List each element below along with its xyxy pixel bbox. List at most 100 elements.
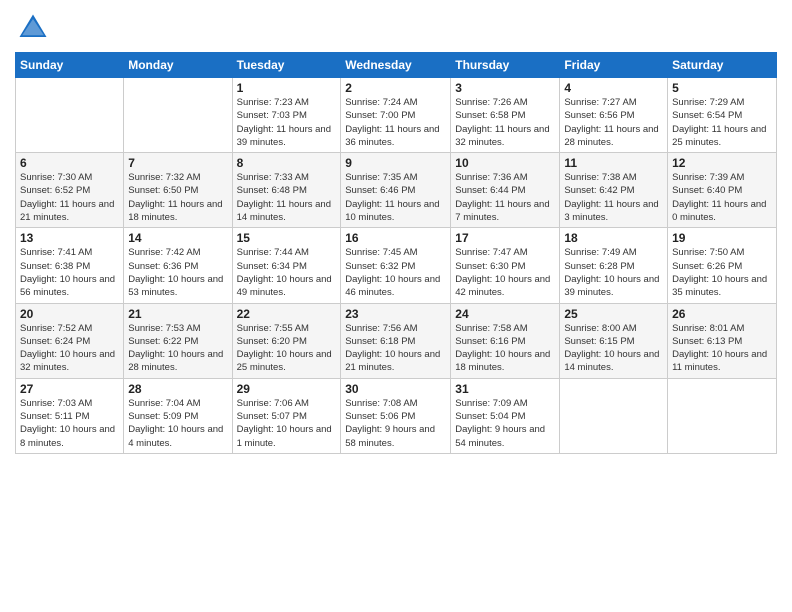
day-cell: 22Sunrise: 7:55 AMSunset: 6:20 PMDayligh… [232,303,341,378]
day-info: Sunrise: 7:39 AMSunset: 6:40 PMDaylight:… [672,171,772,224]
day-cell: 14Sunrise: 7:42 AMSunset: 6:36 PMDayligh… [124,228,232,303]
day-info: Sunrise: 7:49 AMSunset: 6:28 PMDaylight:… [564,246,663,299]
day-cell: 20Sunrise: 7:52 AMSunset: 6:24 PMDayligh… [16,303,124,378]
col-monday: Monday [124,53,232,78]
day-number: 18 [564,231,663,245]
day-cell: 27Sunrise: 7:03 AMSunset: 5:11 PMDayligh… [16,378,124,453]
day-info: Sunrise: 7:24 AMSunset: 7:00 PMDaylight:… [345,96,446,149]
day-number: 17 [455,231,555,245]
day-number: 8 [237,156,337,170]
day-cell: 25Sunrise: 8:00 AMSunset: 6:15 PMDayligh… [560,303,668,378]
header-row: Sunday Monday Tuesday Wednesday Thursday… [16,53,777,78]
day-number: 23 [345,307,446,321]
col-saturday: Saturday [668,53,777,78]
day-number: 3 [455,81,555,95]
day-cell: 2Sunrise: 7:24 AMSunset: 7:00 PMDaylight… [341,78,451,153]
day-cell: 8Sunrise: 7:33 AMSunset: 6:48 PMDaylight… [232,153,341,228]
day-cell: 15Sunrise: 7:44 AMSunset: 6:34 PMDayligh… [232,228,341,303]
week-row-4: 20Sunrise: 7:52 AMSunset: 6:24 PMDayligh… [16,303,777,378]
day-number: 26 [672,307,772,321]
day-info: Sunrise: 7:32 AMSunset: 6:50 PMDaylight:… [128,171,227,224]
day-cell: 23Sunrise: 7:56 AMSunset: 6:18 PMDayligh… [341,303,451,378]
week-row-3: 13Sunrise: 7:41 AMSunset: 6:38 PMDayligh… [16,228,777,303]
day-info: Sunrise: 7:41 AMSunset: 6:38 PMDaylight:… [20,246,119,299]
day-number: 24 [455,307,555,321]
day-number: 16 [345,231,446,245]
day-cell: 4Sunrise: 7:27 AMSunset: 6:56 PMDaylight… [560,78,668,153]
day-number: 14 [128,231,227,245]
day-info: Sunrise: 8:01 AMSunset: 6:13 PMDaylight:… [672,322,772,375]
day-number: 27 [20,382,119,396]
day-cell: 9Sunrise: 7:35 AMSunset: 6:46 PMDaylight… [341,153,451,228]
logo [15,10,55,46]
day-cell: 12Sunrise: 7:39 AMSunset: 6:40 PMDayligh… [668,153,777,228]
day-info: Sunrise: 7:36 AMSunset: 6:44 PMDaylight:… [455,171,555,224]
day-number: 12 [672,156,772,170]
day-number: 4 [564,81,663,95]
day-info: Sunrise: 7:50 AMSunset: 6:26 PMDaylight:… [672,246,772,299]
day-cell: 6Sunrise: 7:30 AMSunset: 6:52 PMDaylight… [16,153,124,228]
day-info: Sunrise: 7:27 AMSunset: 6:56 PMDaylight:… [564,96,663,149]
day-cell: 10Sunrise: 7:36 AMSunset: 6:44 PMDayligh… [451,153,560,228]
week-row-5: 27Sunrise: 7:03 AMSunset: 5:11 PMDayligh… [16,378,777,453]
col-wednesday: Wednesday [341,53,451,78]
calendar-body: 1Sunrise: 7:23 AMSunset: 7:03 PMDaylight… [16,78,777,454]
day-cell: 29Sunrise: 7:06 AMSunset: 5:07 PMDayligh… [232,378,341,453]
day-number: 19 [672,231,772,245]
header [15,10,777,46]
day-number: 29 [237,382,337,396]
day-cell: 5Sunrise: 7:29 AMSunset: 6:54 PMDaylight… [668,78,777,153]
day-info: Sunrise: 7:53 AMSunset: 6:22 PMDaylight:… [128,322,227,375]
day-number: 11 [564,156,663,170]
day-number: 28 [128,382,227,396]
day-cell: 11Sunrise: 7:38 AMSunset: 6:42 PMDayligh… [560,153,668,228]
day-cell: 30Sunrise: 7:08 AMSunset: 5:06 PMDayligh… [341,378,451,453]
col-sunday: Sunday [16,53,124,78]
day-info: Sunrise: 7:52 AMSunset: 6:24 PMDaylight:… [20,322,119,375]
day-cell: 21Sunrise: 7:53 AMSunset: 6:22 PMDayligh… [124,303,232,378]
day-cell: 19Sunrise: 7:50 AMSunset: 6:26 PMDayligh… [668,228,777,303]
day-number: 2 [345,81,446,95]
day-number: 22 [237,307,337,321]
day-number: 7 [128,156,227,170]
day-cell: 24Sunrise: 7:58 AMSunset: 6:16 PMDayligh… [451,303,560,378]
day-cell [668,378,777,453]
day-info: Sunrise: 7:26 AMSunset: 6:58 PMDaylight:… [455,96,555,149]
day-number: 15 [237,231,337,245]
day-info: Sunrise: 7:42 AMSunset: 6:36 PMDaylight:… [128,246,227,299]
day-number: 13 [20,231,119,245]
calendar-header: Sunday Monday Tuesday Wednesday Thursday… [16,53,777,78]
day-info: Sunrise: 7:44 AMSunset: 6:34 PMDaylight:… [237,246,337,299]
day-info: Sunrise: 7:29 AMSunset: 6:54 PMDaylight:… [672,96,772,149]
day-info: Sunrise: 7:33 AMSunset: 6:48 PMDaylight:… [237,171,337,224]
day-info: Sunrise: 7:23 AMSunset: 7:03 PMDaylight:… [237,96,337,149]
day-info: Sunrise: 7:06 AMSunset: 5:07 PMDaylight:… [237,397,337,450]
day-number: 20 [20,307,119,321]
day-cell: 28Sunrise: 7:04 AMSunset: 5:09 PMDayligh… [124,378,232,453]
day-info: Sunrise: 7:58 AMSunset: 6:16 PMDaylight:… [455,322,555,375]
day-cell: 26Sunrise: 8:01 AMSunset: 6:13 PMDayligh… [668,303,777,378]
day-number: 10 [455,156,555,170]
day-cell: 18Sunrise: 7:49 AMSunset: 6:28 PMDayligh… [560,228,668,303]
day-cell: 7Sunrise: 7:32 AMSunset: 6:50 PMDaylight… [124,153,232,228]
day-cell [124,78,232,153]
day-cell: 17Sunrise: 7:47 AMSunset: 6:30 PMDayligh… [451,228,560,303]
day-number: 31 [455,382,555,396]
day-number: 30 [345,382,446,396]
col-friday: Friday [560,53,668,78]
day-cell: 3Sunrise: 7:26 AMSunset: 6:58 PMDaylight… [451,78,560,153]
day-info: Sunrise: 7:38 AMSunset: 6:42 PMDaylight:… [564,171,663,224]
day-number: 9 [345,156,446,170]
day-number: 1 [237,81,337,95]
day-info: Sunrise: 7:08 AMSunset: 5:06 PMDaylight:… [345,397,446,450]
day-cell: 1Sunrise: 7:23 AMSunset: 7:03 PMDaylight… [232,78,341,153]
day-info: Sunrise: 7:47 AMSunset: 6:30 PMDaylight:… [455,246,555,299]
day-cell: 16Sunrise: 7:45 AMSunset: 6:32 PMDayligh… [341,228,451,303]
day-cell [560,378,668,453]
day-info: Sunrise: 7:09 AMSunset: 5:04 PMDaylight:… [455,397,555,450]
day-info: Sunrise: 7:04 AMSunset: 5:09 PMDaylight:… [128,397,227,450]
day-number: 6 [20,156,119,170]
day-info: Sunrise: 8:00 AMSunset: 6:15 PMDaylight:… [564,322,663,375]
day-cell: 13Sunrise: 7:41 AMSunset: 6:38 PMDayligh… [16,228,124,303]
col-thursday: Thursday [451,53,560,78]
